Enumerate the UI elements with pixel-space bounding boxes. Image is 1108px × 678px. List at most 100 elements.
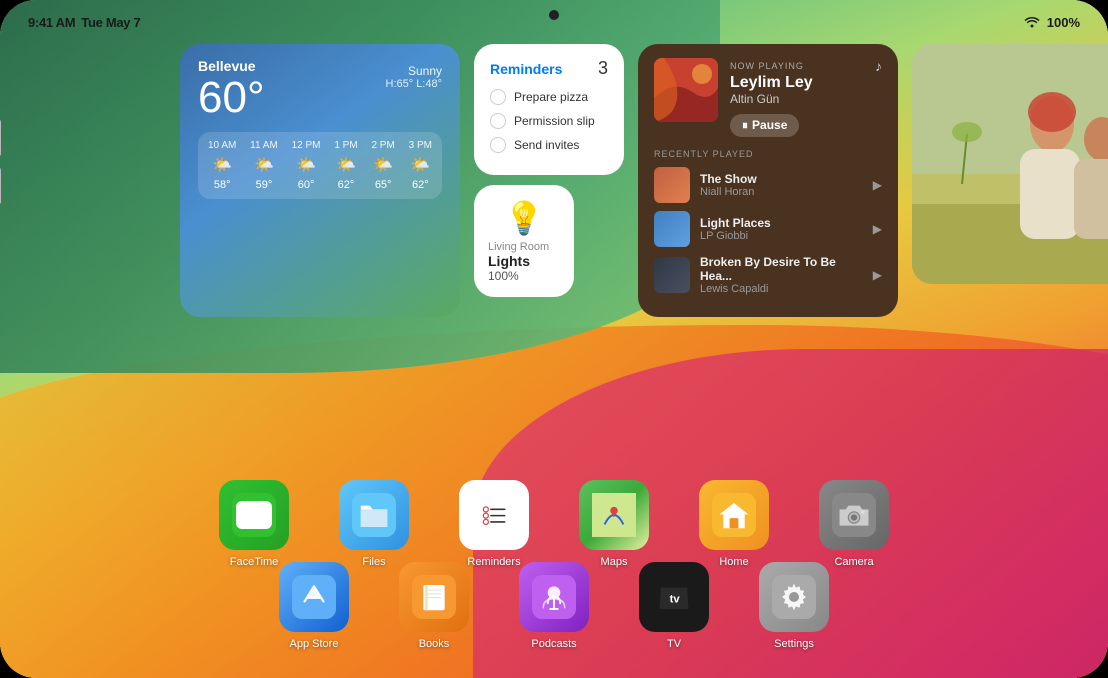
- app-files[interactable]: Files: [339, 480, 409, 568]
- nowplaying-song: Leylim Ley: [730, 74, 882, 92]
- reminders-icon: [459, 480, 529, 550]
- camera-icon: [819, 480, 889, 550]
- app-tv[interactable]: tv TV: [639, 562, 709, 650]
- status-time-date: 9:41 AM Tue May 7: [28, 15, 140, 30]
- recent-artist-2: Lewis Capaldi: [700, 283, 863, 295]
- appstore-icon: [279, 562, 349, 632]
- app-books[interactable]: Books: [399, 562, 469, 650]
- app-reminders[interactable]: Reminders: [459, 480, 529, 568]
- recent-track-2[interactable]: Broken By Desire To Be Hea... Lewis Capa…: [654, 255, 882, 295]
- recent-artist-0: Niall Horan: [700, 186, 863, 198]
- reminders-header: Reminders 3: [490, 58, 608, 79]
- app-settings[interactable]: Settings: [759, 562, 829, 650]
- maps-icon: [579, 480, 649, 550]
- weather-widget[interactable]: Bellevue 60° Sunny H:65° L:48° 10 AM 🌤️ …: [180, 44, 460, 317]
- appstore-label: App Store: [290, 638, 339, 650]
- play-button-2[interactable]: ▶: [873, 268, 882, 282]
- camera-notch: [549, 10, 559, 20]
- recent-song-2: Broken By Desire To Be Hea...: [700, 255, 863, 283]
- app-maps[interactable]: Maps: [579, 480, 649, 568]
- weather-forecast: 10 AM 🌤️ 58° 11 AM 🌤️ 59° 12 PM 🌤️ 60° 1…: [198, 132, 442, 199]
- recent-info-1: Light Places LP Giobbi: [700, 216, 863, 242]
- forecast-item-0: 10 AM 🌤️ 58°: [208, 140, 236, 191]
- reminder-item-1[interactable]: Permission slip: [490, 113, 608, 129]
- settings-label: Settings: [774, 638, 814, 650]
- widgets-area: Bellevue 60° Sunny H:65° L:48° 10 AM 🌤️ …: [180, 44, 1068, 317]
- recent-track-0[interactable]: The Show Niall Horan ▶: [654, 167, 882, 203]
- forecast-item-4: 2 PM 🌤️ 65°: [371, 140, 394, 191]
- recent-artist-1: LP Giobbi: [700, 230, 863, 242]
- reminders-count: 3: [598, 58, 608, 79]
- nowplaying-top: NOW PLAYING ♪ Leylim Ley Altin Gün ⏸ Pau…: [654, 58, 882, 137]
- status-time: 9:41 AM: [28, 15, 75, 30]
- books-label: Books: [419, 638, 450, 650]
- weather-hi-lo: H:65° L:48°: [386, 78, 443, 90]
- lights-widget[interactable]: 💡 Living Room Lights 100%: [474, 185, 574, 297]
- svg-text:tv: tv: [670, 594, 681, 606]
- lightbulb-icon: 💡: [488, 199, 560, 237]
- app-podcasts[interactable]: Podcasts: [519, 562, 589, 650]
- podcasts-label: Podcasts: [531, 638, 576, 650]
- lights-name: Lights: [488, 253, 560, 269]
- forecast-item-2: 12 PM 🌤️ 60°: [292, 140, 321, 191]
- lights-room: Living Room: [488, 241, 560, 253]
- reminder-item-0[interactable]: Prepare pizza: [490, 89, 608, 105]
- status-date: Tue May 7: [81, 15, 140, 30]
- status-right: 100%: [1023, 14, 1080, 31]
- weather-condition: Sunny: [386, 64, 443, 78]
- weather-temp: 60°: [198, 76, 265, 120]
- apps-row-1: FaceTime Files: [0, 480, 1108, 568]
- weather-location: Bellevue: [198, 58, 265, 74]
- reminder-text-1: Permission slip: [514, 114, 595, 128]
- pause-button[interactable]: ⏸ Pause: [730, 114, 799, 137]
- lights-percentage: 100%: [488, 269, 560, 283]
- volume-up-button[interactable]: [0, 120, 1, 156]
- books-icon: [399, 562, 469, 632]
- nowplaying-info: NOW PLAYING ♪ Leylim Ley Altin Gün ⏸ Pau…: [730, 58, 882, 137]
- ipad-frame: 9:41 AM Tue May 7 100% Bellevue 60°: [0, 0, 1108, 678]
- nowplaying-widget[interactable]: NOW PLAYING ♪ Leylim Ley Altin Gün ⏸ Pau…: [638, 44, 898, 317]
- recent-art-2: [654, 257, 690, 293]
- play-button-1[interactable]: ▶: [873, 222, 882, 236]
- settings-icon: [759, 562, 829, 632]
- apps-row-2: App Store: [0, 562, 1108, 650]
- battery-percentage: 100%: [1047, 15, 1080, 30]
- facetime-icon: [219, 480, 289, 550]
- tv-label: TV: [667, 638, 681, 650]
- app-facetime[interactable]: FaceTime: [219, 480, 289, 568]
- recent-song-1: Light Places: [700, 216, 863, 230]
- recent-info-0: The Show Niall Horan: [700, 172, 863, 198]
- recent-track-1[interactable]: Light Places LP Giobbi ▶: [654, 211, 882, 247]
- photo-widget: [912, 44, 1108, 284]
- recently-played-label: RECENTLY PLAYED: [654, 149, 882, 159]
- reminders-title: Reminders: [490, 61, 562, 77]
- album-art: [654, 58, 718, 122]
- reminder-checkbox-0[interactable]: [490, 89, 506, 105]
- reminder-text-0: Prepare pizza: [514, 90, 588, 104]
- reminders-widget[interactable]: Reminders 3 Prepare pizza Permission sli…: [474, 44, 624, 175]
- pause-icon: ⏸: [742, 118, 748, 133]
- wifi-icon: [1023, 14, 1041, 31]
- tv-icon: tv: [639, 562, 709, 632]
- music-icon: ♪: [875, 58, 882, 74]
- recent-art-1: [654, 211, 690, 247]
- forecast-item-1: 11 AM 🌤️ 59°: [250, 140, 278, 191]
- recent-art-0: [654, 167, 690, 203]
- reminder-checkbox-2[interactable]: [490, 137, 506, 153]
- nowplaying-artist: Altin Gün: [730, 92, 882, 106]
- recent-song-0: The Show: [700, 172, 863, 186]
- files-icon: [339, 480, 409, 550]
- recent-info-2: Broken By Desire To Be Hea... Lewis Capa…: [700, 255, 863, 295]
- play-button-0[interactable]: ▶: [873, 178, 882, 192]
- volume-down-button[interactable]: [0, 168, 1, 204]
- reminder-checkbox-1[interactable]: [490, 113, 506, 129]
- home-icon: [699, 480, 769, 550]
- forecast-item-5: 3 PM 🌤️ 62°: [409, 140, 432, 191]
- app-appstore[interactable]: App Store: [279, 562, 349, 650]
- nowplaying-label: NOW PLAYING: [730, 61, 804, 71]
- app-home[interactable]: Home: [699, 480, 769, 568]
- reminder-text-2: Send invites: [514, 138, 579, 152]
- app-camera[interactable]: Camera: [819, 480, 889, 568]
- pause-label: Pause: [752, 118, 787, 132]
- reminder-item-2[interactable]: Send invites: [490, 137, 608, 153]
